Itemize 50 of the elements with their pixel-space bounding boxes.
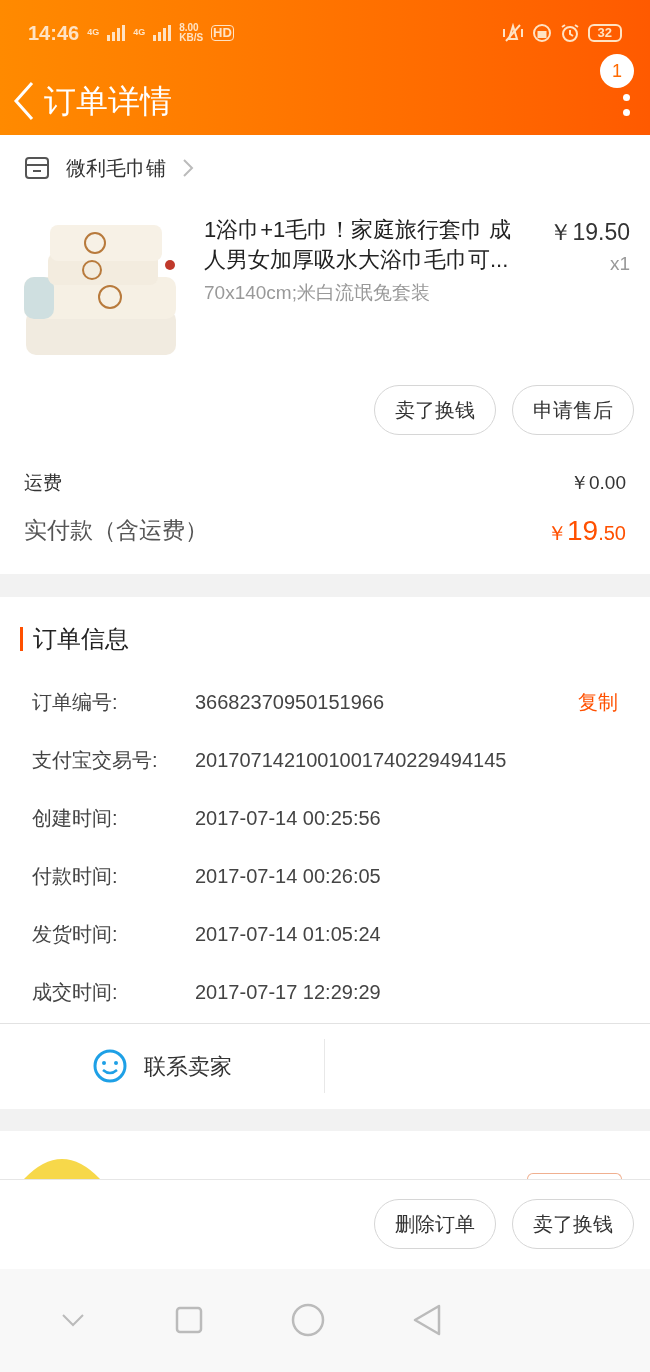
fee-value: ￥0.00: [570, 471, 626, 495]
info-value: 2017-07-14 00:25:56: [195, 805, 382, 831]
info-value: 2017-07-14 01:05:24: [195, 921, 382, 947]
product-price: ￥19.50: [549, 218, 630, 247]
collapse-icon[interactable]: [60, 1312, 87, 1329]
signal-icon: [153, 25, 172, 41]
back-icon[interactable]: [12, 80, 36, 121]
fee-label: 实付款（含运费）: [24, 516, 208, 546]
fee-label: 运费: [24, 471, 62, 495]
action-button[interactable]: 删除订单: [374, 1199, 496, 1249]
shop-icon: [24, 156, 50, 180]
back-nav-icon[interactable]: [413, 1304, 442, 1337]
alarm-icon: [559, 23, 580, 43]
action-button[interactable]: 卖了换钱: [512, 1199, 634, 1249]
signal-icon: [107, 25, 126, 41]
battery-level: 32: [587, 24, 622, 42]
info-label: 付款时间:: [32, 863, 119, 889]
action-button[interactable]: 卖了换钱: [374, 385, 496, 435]
total-amount: ￥19.50: [547, 513, 626, 548]
info-label: 支付宝交易号:: [32, 747, 159, 773]
info-value: 2017-07-17 12:29:29: [195, 979, 382, 1005]
page-title: 订单详情: [44, 81, 172, 121]
coin-icon: [24, 1158, 100, 1179]
home-icon[interactable]: [290, 1303, 325, 1338]
info-label: 订单编号:: [32, 689, 119, 715]
section-title: 订单信息: [33, 623, 129, 654]
vibrate-icon: [501, 23, 524, 43]
chevron-right-icon: [182, 158, 194, 178]
hd-label: HD: [211, 25, 234, 41]
product-title: 1浴巾+1毛巾！家庭旅行套巾 成人男女加厚吸水大浴巾毛巾可...: [204, 216, 513, 274]
action-button[interactable]: 申请售后: [512, 385, 634, 435]
network-label: 4G: [133, 26, 146, 40]
product-quantity: x1: [609, 251, 630, 276]
status-time: 14:46: [28, 21, 80, 46]
network-label: 4G: [87, 26, 100, 40]
shop-name-link[interactable]: 微利毛巾铺: [66, 153, 194, 183]
info-label: 成交时间:: [32, 979, 119, 1005]
smiley-icon: [92, 1048, 128, 1084]
speed-unit: KB/S: [179, 33, 204, 43]
product-sku: 70x140cm;米白流氓兔套装: [204, 281, 431, 305]
notification-badge: 1: [600, 54, 634, 88]
info-label: 发货时间:: [32, 921, 119, 947]
recents-icon[interactable]: [174, 1306, 203, 1335]
lock-rotation-icon: [531, 23, 552, 43]
info-label: 创建时间:: [32, 805, 119, 831]
contact-seller-button[interactable]: 联系卖家: [0, 1039, 325, 1093]
info-value: 2017-07-14 00:26:05: [195, 863, 382, 889]
info-value: 36682370950151966: [195, 689, 386, 715]
speed-value: 8.00: [179, 23, 200, 33]
info-value: 2017071421001001740229494145: [195, 747, 508, 773]
